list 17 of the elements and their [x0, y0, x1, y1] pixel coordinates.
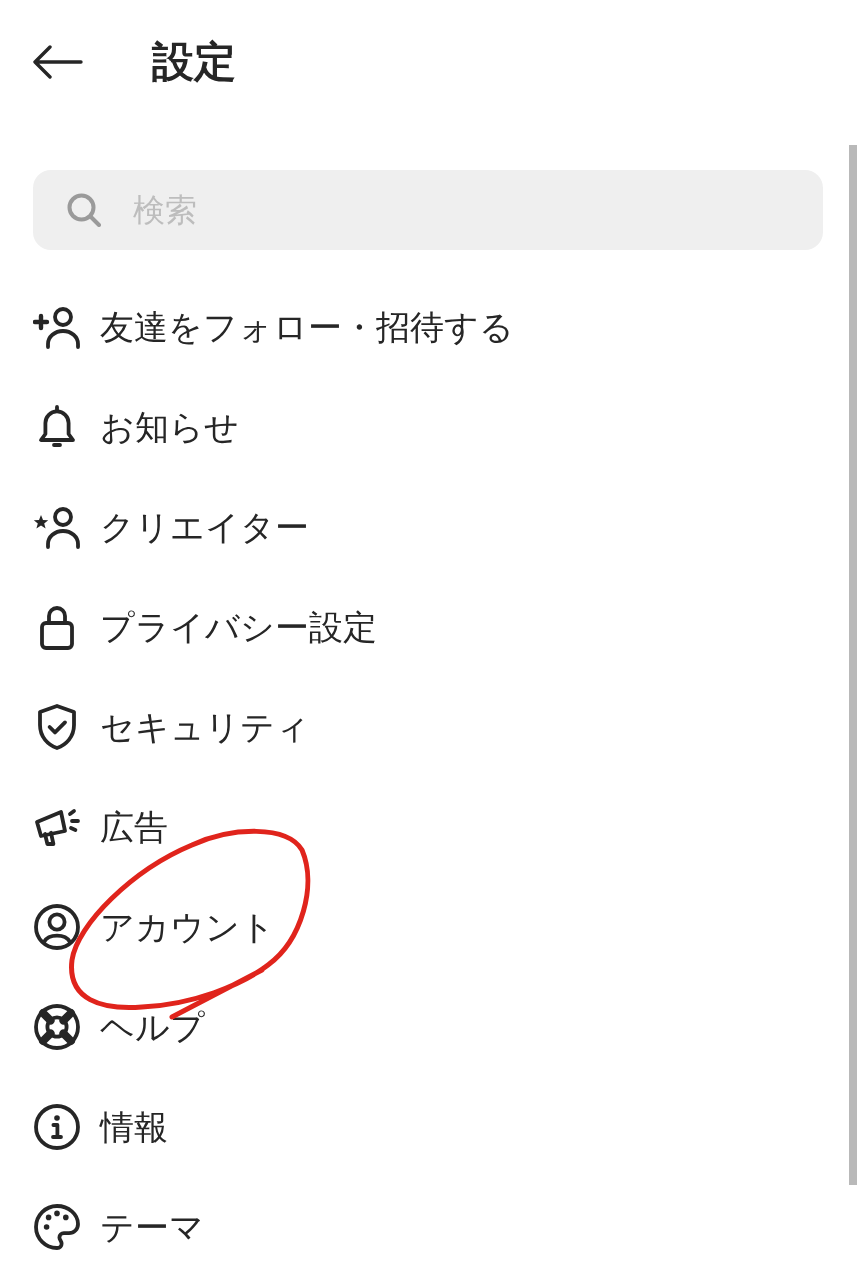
back-arrow-icon[interactable]	[33, 45, 83, 79]
settings-menu-item[interactable]: 広告	[0, 777, 560, 877]
settings-menu-item[interactable]: お知らせ	[0, 377, 560, 477]
palette-icon	[33, 1203, 81, 1251]
settings-menu-item[interactable]: クリエイター	[0, 477, 560, 577]
settings-menu-item[interactable]: 情報	[0, 1077, 560, 1177]
settings-menu-item[interactable]: アカウント	[0, 877, 560, 977]
settings-menu-item[interactable]: ヘルプ	[0, 977, 560, 1077]
person-circle-icon	[33, 903, 81, 951]
settings-menu-item[interactable]: テーマ	[0, 1177, 560, 1277]
info-icon	[33, 1103, 81, 1151]
lifebuoy-icon	[33, 1003, 81, 1051]
page-title: 設定	[152, 38, 236, 86]
settings-menu-item[interactable]: プライバシー設定	[0, 577, 560, 677]
search-icon	[67, 193, 101, 227]
settings-menu-item[interactable]: 友達をフォロー・招待する	[0, 277, 560, 377]
settings-menu-item[interactable]: セキュリティ	[0, 677, 560, 777]
